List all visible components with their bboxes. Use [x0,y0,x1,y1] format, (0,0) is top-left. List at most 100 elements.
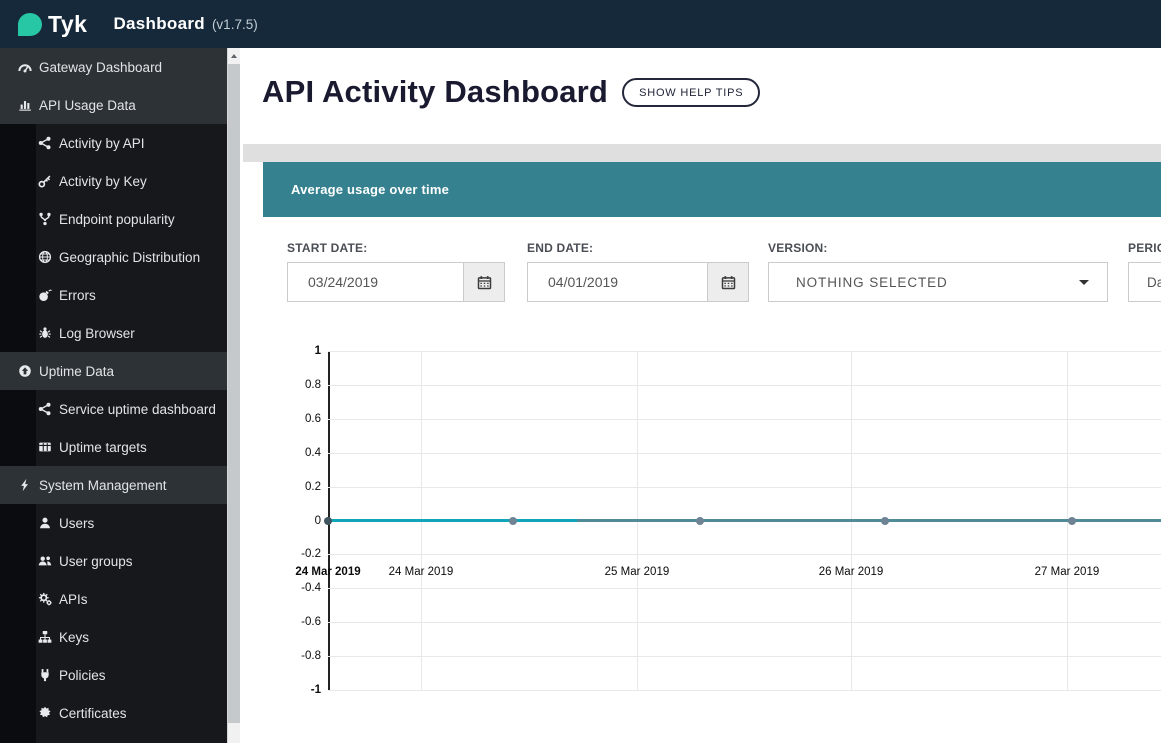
y-axis-tick-label: 1 [314,345,321,357]
sidebar-item-label: APIs [59,591,88,607]
sidebar-item-label: Uptime Data [39,363,115,379]
sidebar-item-label: User groups [59,553,133,569]
chevron-down-icon [1079,280,1089,285]
show-help-tips-button[interactable]: SHOW HELP TIPS [622,77,761,107]
version-select-value: NOTHING SELECTED [796,274,948,290]
sidebar-item-endpoint-popularity[interactable]: Endpoint popularity [0,200,227,238]
data-point [1068,516,1077,525]
sidebar-item-activity-by-api[interactable]: Activity by API [0,124,227,162]
bar-chart-icon [18,98,32,112]
start-date-label: START DATE: [287,241,368,255]
sidebar-item-api-usage-data[interactable]: API Usage Data [0,86,227,124]
share-nodes-icon [38,402,52,416]
end-date-label: END DATE: [527,241,594,255]
gridline-horizontal [328,656,1161,658]
y-axis-tick-label: 0.4 [305,446,321,459]
start-date-input[interactable]: 03/24/2019 [287,262,463,302]
end-date-calendar-button[interactable] [707,262,749,302]
main-content: API Activity Dashboard SHOW HELP TIPS Av… [240,48,1161,743]
series-line [328,519,577,522]
key-icon [38,174,52,188]
x-axis-tick-label: 24 Mar 2019 [388,566,454,578]
y-axis-tick-label: -0.4 [301,582,321,595]
gridline-horizontal [328,486,1161,488]
sidebar-item-keys[interactable]: Keys [0,618,227,656]
arrow-circle-up-icon [18,364,32,378]
sidebar-item-apis[interactable]: APIs [0,580,227,618]
sidebar-item-label: Users [59,515,95,531]
gridline-horizontal [328,690,1161,691]
calendar-icon [477,275,492,290]
gridline-horizontal [328,351,1161,352]
gridline-horizontal [328,588,1161,590]
data-point [696,516,705,525]
sitemap-icon [38,630,52,644]
page-title: API Activity Dashboard [262,74,609,109]
sidebar-item-geographic-distribution[interactable]: Geographic Distribution [0,238,227,276]
y-axis-tick-label: 0 [314,514,321,527]
panel-title: Average usage over time [263,162,1161,217]
globe-icon [38,250,52,264]
page-background-strip [243,144,1161,162]
brand-name: Tyk [48,10,88,37]
sidebar-item-policies[interactable]: Policies [0,656,227,694]
sidebar-item-label: Keys [59,629,90,645]
sidebar-item-label: Policies [59,667,106,683]
end-date-input[interactable]: 04/01/2019 [527,262,707,302]
plug-icon [38,668,52,682]
x-axis-tick-label: 24 Mar 2019 [295,566,361,578]
sidebar-item-uptime-data[interactable]: Uptime Data [0,352,227,390]
period-select-value: Daily [1147,274,1161,290]
sidebar-item-label: Geographic Distribution [59,249,201,265]
share-nodes-icon [38,136,52,150]
bomb-icon [38,288,52,302]
sidebar-item-label: API Usage Data [39,97,136,113]
y-axis-tick-label: 0.2 [305,480,321,493]
scrollbar-thumb[interactable] [228,64,240,723]
code-fork-icon [38,212,52,226]
tyk-logo-icon [18,12,42,36]
y-axis-tick-label: -0.8 [301,650,321,663]
start-date-calendar-button[interactable] [463,262,505,302]
sidebar-item-system-management[interactable]: System Management [0,466,227,504]
sidebar-item-certificates[interactable]: Certificates [0,694,227,732]
x-axis-tick-label: 27 Mar 2019 [1034,566,1100,578]
sidebar-item-service-uptime-dashboard[interactable]: Service uptime dashboard [0,390,227,428]
sidebar-item-label: Certificates [59,705,127,721]
users-icon [38,554,52,568]
sidebar-item-gateway-dashboard[interactable]: Gateway Dashboard [0,48,227,86]
data-point [509,516,517,525]
sidebar-item-user-groups[interactable]: User groups [0,542,227,580]
average-usage-panel: Average usage over time START DATE: END … [263,162,1161,743]
sidebar-item-label: Service uptime dashboard [59,401,216,417]
sidebar-item-label: Activity by Key [59,173,147,189]
y-axis-tick-label: 0.8 [305,378,321,391]
x-axis-tick-label: 25 Mar 2019 [604,566,670,578]
period-select[interactable]: Daily [1128,262,1161,302]
bug-icon [38,326,52,340]
sidebar-item-label: Log Browser [59,325,135,341]
sidebar-scrollbar[interactable] [227,48,240,743]
gridline-horizontal [328,452,1161,454]
sidebar-item-label: Gateway Dashboard [39,59,163,75]
sidebar-item-log-browser[interactable]: Log Browser [0,314,227,352]
cogs-icon [38,592,52,606]
y-axis-tick-label: -0.2 [301,548,321,561]
scrollbar-up-arrow-icon[interactable] [228,48,240,64]
bolt-icon [18,478,32,492]
sidebar-item-label: Endpoint popularity [59,211,175,227]
sidebar-item-activity-by-key[interactable]: Activity by Key [0,162,227,200]
version-select[interactable]: NOTHING SELECTED [768,262,1108,302]
y-axis-tick-label: -1 [310,684,321,696]
sidebar-item-uptime-targets[interactable]: Uptime targets [0,428,227,466]
product-name: Dashboard [113,14,205,33]
tyk-logo[interactable]: Tyk [0,11,87,38]
sidebar-item-users[interactable]: Users [0,504,227,542]
gridline-horizontal [328,554,1161,556]
sidebar-item-errors[interactable]: Errors [0,276,227,314]
product-version: (v1.7.5) [211,16,258,32]
usage-line-chart [324,351,1161,691]
sidebar-item-label: Activity by API [59,135,145,151]
end-date-group: 04/01/2019 [527,262,749,302]
data-point [881,516,890,525]
